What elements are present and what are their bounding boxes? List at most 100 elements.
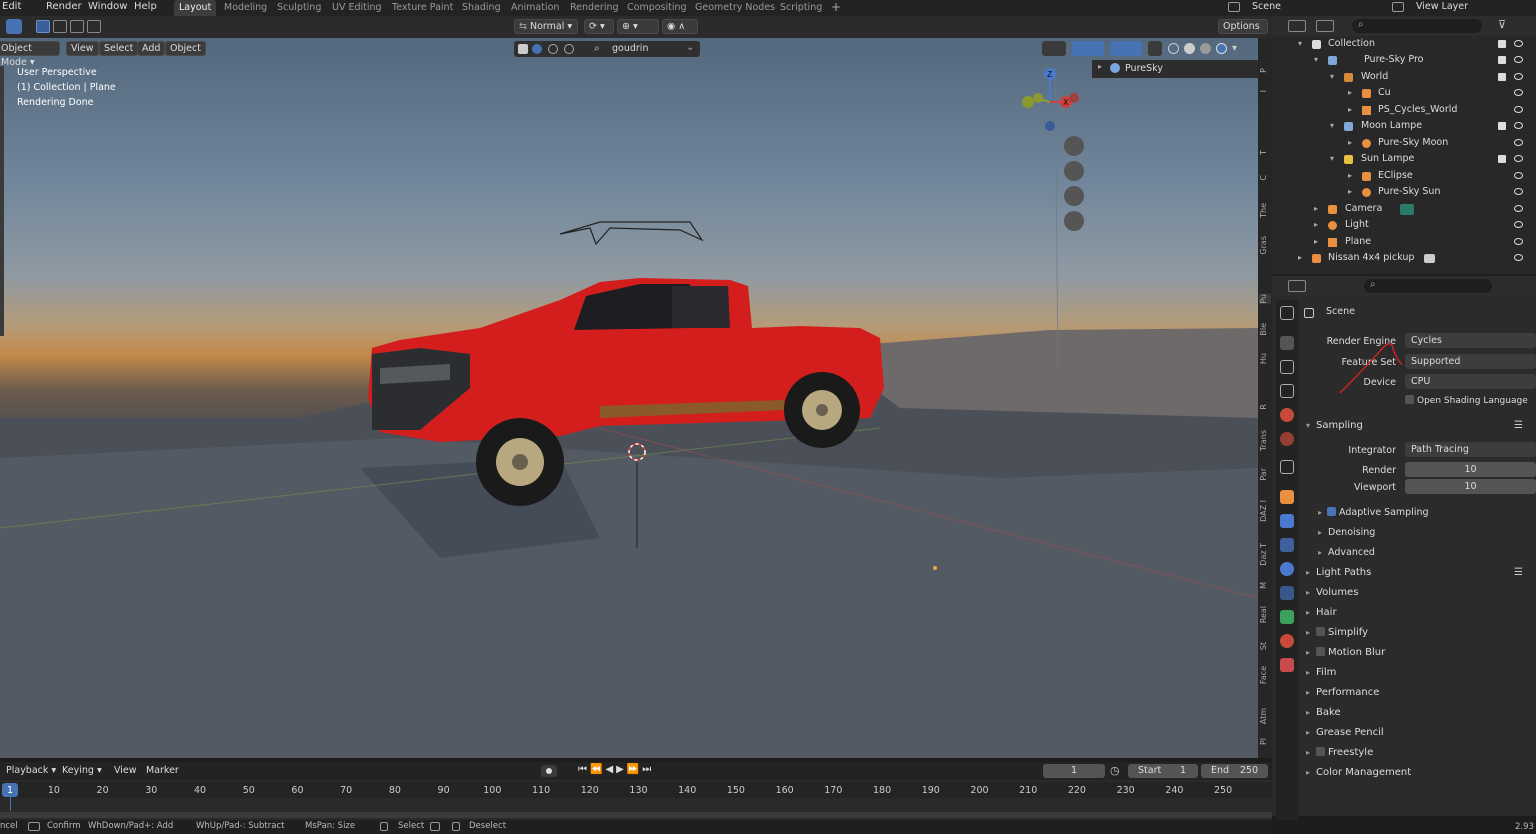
- end-frame-field[interactable]: End 250: [1201, 764, 1268, 778]
- toolbar-strip[interactable]: [0, 66, 4, 336]
- modifier-tab-icon[interactable]: [1280, 514, 1294, 528]
- tab-shading[interactable]: Shading: [457, 0, 506, 16]
- add-menu[interactable]: Add: [137, 41, 166, 56]
- sampling-panel-header[interactable]: Sampling: [1306, 420, 1363, 431]
- side-tab[interactable]: Real: [1259, 606, 1271, 623]
- side-tab[interactable]: M: [1259, 582, 1271, 589]
- side-tab[interactable]: DAZ I: [1259, 500, 1271, 522]
- scene-selector-icon[interactable]: [1228, 2, 1240, 12]
- list-icon[interactable]: ☰: [1514, 420, 1523, 431]
- wireframe-shading-icon[interactable]: [1168, 43, 1179, 54]
- data-tab-icon[interactable]: [1280, 610, 1294, 624]
- device-dropdown[interactable]: CPU: [1405, 374, 1536, 389]
- tab-texture-paint[interactable]: Texture Paint: [387, 0, 458, 16]
- collection-tab-icon[interactable]: [1280, 460, 1294, 474]
- properties-editor-type-icon[interactable]: [1288, 280, 1306, 292]
- menu-window[interactable]: Window: [88, 1, 127, 12]
- texture-tab-icon[interactable]: [1280, 658, 1294, 672]
- tab-scripting[interactable]: Scripting: [775, 0, 827, 16]
- add-workspace-icon[interactable]: +: [831, 0, 841, 14]
- view-layer-icon[interactable]: [1392, 2, 1404, 12]
- render-tab-icon[interactable]: [1280, 336, 1294, 350]
- side-tab[interactable]: Hu: [1259, 353, 1271, 364]
- view-layer-name[interactable]: View Layer: [1416, 1, 1468, 12]
- outliner-row-pure-sky-sun[interactable]: ▸ Pure-Sky Sun: [1272, 184, 1536, 200]
- playback-menu[interactable]: Playback ▾: [6, 765, 56, 776]
- outliner-row-collection[interactable]: ▾ Collection: [1272, 36, 1536, 52]
- camera-view-icon[interactable]: [1064, 186, 1084, 206]
- object-menu[interactable]: Object: [165, 41, 206, 56]
- side-tab[interactable]: Gras: [1259, 236, 1271, 255]
- tab-animation[interactable]: Animation: [506, 0, 564, 16]
- outliner-row-moon-lampe[interactable]: ▾ Moon Lampe: [1272, 118, 1536, 134]
- visibility-icon[interactable]: [1042, 41, 1066, 56]
- playback-controls[interactable]: ⏮⏪◀▶⏩⏭: [578, 764, 654, 775]
- select-tool-icon[interactable]: [6, 19, 22, 34]
- bake-panel[interactable]: Bake: [1306, 707, 1341, 718]
- outliner-row-plane[interactable]: ▸ Plane: [1272, 234, 1536, 250]
- render-engine-dropdown[interactable]: Cycles: [1405, 333, 1536, 348]
- outliner-row-cu[interactable]: ▸ Cu: [1272, 85, 1536, 101]
- side-tab[interactable]: P: [1259, 68, 1271, 73]
- select-mode-extend-icon[interactable]: [53, 20, 67, 33]
- clock-icon[interactable]: ◷: [1110, 764, 1120, 777]
- tool-tab-icon[interactable]: [1280, 306, 1294, 320]
- pan-hand-icon[interactable]: [1064, 161, 1084, 181]
- select-mode-subtract-icon[interactable]: [70, 20, 84, 33]
- select-mode-invert-icon[interactable]: [87, 20, 101, 33]
- side-tab[interactable]: T: [1259, 150, 1271, 155]
- film-panel[interactable]: Film: [1306, 667, 1336, 678]
- view-layer-tab-icon[interactable]: [1280, 384, 1294, 398]
- pivot-point-dropdown[interactable]: ⟳ ▾: [584, 19, 614, 34]
- side-tab[interactable]: Pl: [1259, 738, 1271, 745]
- menu-render[interactable]: Render: [46, 1, 82, 12]
- solid-shading-icon[interactable]: [1184, 43, 1195, 54]
- material-name[interactable]: goudrin: [612, 43, 648, 54]
- performance-panel[interactable]: Performance: [1306, 687, 1379, 698]
- outliner-row-camera[interactable]: ▸ Camera: [1272, 201, 1536, 217]
- xray-icon[interactable]: [1148, 41, 1162, 56]
- side-tab[interactable]: I: [1259, 90, 1271, 92]
- side-tab[interactable]: Face: [1259, 666, 1271, 684]
- overlay-toggle-icon[interactable]: [1110, 41, 1142, 56]
- material-tab-icon[interactable]: [1280, 634, 1294, 648]
- tab-rendering[interactable]: Rendering: [565, 0, 624, 16]
- panel-expand-icon[interactable]: ▸: [1098, 62, 1102, 71]
- side-tab[interactable]: Trans: [1259, 430, 1271, 451]
- object-tab-icon[interactable]: [1280, 490, 1294, 504]
- output-tab-icon[interactable]: [1280, 360, 1294, 374]
- snap-dropdown[interactable]: ⊕ ▾: [617, 19, 659, 34]
- outliner-row-ps-cycles-world[interactable]: ▸ PS_Cycles_World: [1272, 102, 1536, 118]
- outliner-row-eclipse[interactable]: ▸ EClipse: [1272, 168, 1536, 184]
- outliner-row-nissan[interactable]: ▸ Nissan 4x4 pickup: [1272, 250, 1536, 266]
- freestyle-panel[interactable]: ▸ Freestyle: [1306, 747, 1373, 758]
- outliner-row-pure-sky-pro[interactable]: ▾ Pure-Sky Pro: [1272, 52, 1536, 68]
- outliner-row-sun-lampe[interactable]: ▾ Sun Lampe: [1272, 151, 1536, 167]
- material-shading-icon[interactable]: [1200, 43, 1211, 54]
- tab-modeling[interactable]: Modeling: [219, 0, 272, 16]
- outliner-filter-mode-icon[interactable]: [1316, 20, 1334, 32]
- 3d-viewport[interactable]: Object Mode ▾ View Select Add Object ⌕ g…: [0, 38, 1258, 758]
- side-tab[interactable]: Par: [1259, 468, 1271, 481]
- side-tab[interactable]: St: [1259, 642, 1271, 650]
- light-paths-panel[interactable]: Light Paths: [1306, 567, 1371, 578]
- tab-sculpting[interactable]: Sculpting: [272, 0, 326, 16]
- side-tab[interactable]: Daz T: [1259, 543, 1271, 566]
- advanced-subpanel[interactable]: Advanced: [1318, 547, 1375, 558]
- side-tab[interactable]: C: [1259, 175, 1271, 181]
- world-tab-icon[interactable]: [1280, 432, 1294, 446]
- volumes-panel[interactable]: Volumes: [1306, 587, 1358, 598]
- color-management-panel[interactable]: Color Management: [1306, 767, 1411, 778]
- transform-orientation-dropdown[interactable]: ⇆ Normal ▾: [514, 19, 578, 34]
- outliner-row-light[interactable]: ▸ Light: [1272, 217, 1536, 233]
- osl-checkbox[interactable]: Open Shading Language: [1405, 395, 1528, 406]
- physics-tab-icon[interactable]: [1280, 562, 1294, 576]
- start-frame-field[interactable]: Start 1: [1128, 764, 1198, 778]
- rendered-shading-icon[interactable]: [1216, 43, 1227, 54]
- select-mode-new-icon[interactable]: [36, 20, 50, 33]
- tab-geometry-nodes[interactable]: Geometry Nodes: [690, 0, 780, 16]
- properties-search-input[interactable]: ⌕: [1364, 279, 1492, 293]
- viewport-samples-field[interactable]: 10: [1405, 479, 1536, 494]
- filter-icon[interactable]: ⊽: [1498, 18, 1506, 31]
- adaptive-sampling-subpanel[interactable]: ▸ Adaptive Sampling: [1318, 507, 1429, 518]
